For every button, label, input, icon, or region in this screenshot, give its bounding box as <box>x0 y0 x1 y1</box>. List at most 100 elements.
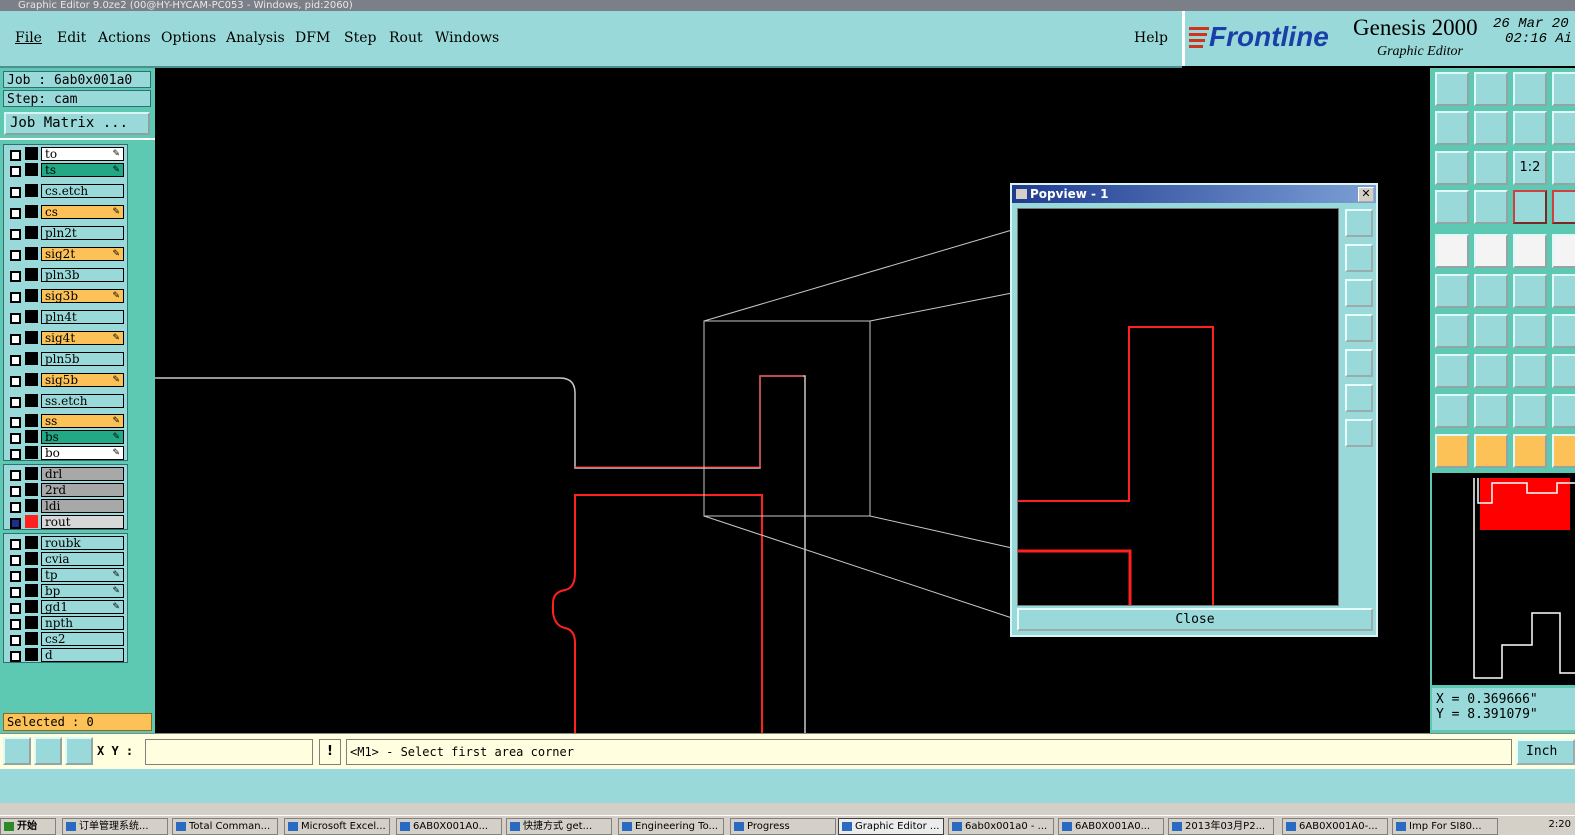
home-icon[interactable] <box>1513 72 1547 106</box>
layer-color-swatch[interactable] <box>25 331 38 344</box>
taskbar-item[interactable]: Engineering To... <box>618 818 724 835</box>
popview-title-bar[interactable]: Popview - 1 ✕ <box>1012 185 1376 203</box>
taskbar-item[interactable]: 6AB0X001A0... <box>396 818 502 835</box>
layer-color-swatch[interactable] <box>25 515 38 528</box>
menu-help[interactable]: Help <box>1134 30 1168 46</box>
layer-color-swatch[interactable] <box>25 648 38 661</box>
layer-checkbox[interactable] <box>10 486 21 497</box>
layer-color-swatch[interactable] <box>25 552 38 565</box>
layer-name[interactable]: bp ✎ <box>41 584 124 598</box>
layer-checkbox[interactable] <box>10 417 21 428</box>
connect-icon[interactable] <box>1513 190 1547 224</box>
layer-name[interactable]: ts ✎ <box>41 163 124 177</box>
taskbar-item[interactable]: 6AB0X001A0... <box>1058 818 1164 835</box>
layer-row[interactable]: sig4t ✎ <box>4 330 127 346</box>
layer-row[interactable]: pln3b <box>4 267 127 283</box>
layer-name[interactable]: pln5b <box>41 352 124 366</box>
triangle-alt-icon[interactable] <box>1474 394 1508 428</box>
menu-dfm[interactable]: DFM <box>295 30 330 46</box>
layer-name[interactable]: to ✎ <box>41 147 124 161</box>
undo-view-icon[interactable] <box>1513 111 1547 145</box>
layer-name[interactable]: rout <box>41 515 124 529</box>
layer-color-swatch[interactable] <box>25 268 38 281</box>
pad-icon[interactable] <box>1435 234 1469 268</box>
menu-edit[interactable]: Edit <box>57 30 86 46</box>
pan-left-icon[interactable] <box>1435 111 1469 145</box>
layer-checkbox[interactable] <box>10 313 21 324</box>
layer-name[interactable]: ldi <box>41 499 124 513</box>
layer-name[interactable]: tp ✎ <box>41 568 124 582</box>
popview-close-button[interactable]: Close <box>1017 608 1373 631</box>
layer-checkbox[interactable] <box>10 518 21 529</box>
menu-analysis[interactable]: Analysis <box>226 30 285 46</box>
connect-alt-icon[interactable] <box>1552 190 1575 224</box>
rotate-icon[interactable] <box>1513 314 1547 348</box>
layer-row[interactable]: ss.etch <box>4 393 127 409</box>
layer-color-swatch[interactable] <box>25 568 38 581</box>
pan-up-icon[interactable] <box>1345 244 1373 272</box>
xy-input[interactable] <box>145 739 313 765</box>
menu-rout[interactable]: Rout <box>389 30 423 46</box>
layer-name[interactable]: pln2t <box>41 226 124 240</box>
layer-row[interactable]: bo ✎ <box>4 445 127 461</box>
layer-checkbox[interactable] <box>10 651 21 662</box>
add-line-icon[interactable] <box>1513 274 1547 308</box>
layer-row[interactable]: ss ✎ <box>4 413 127 429</box>
layer-color-swatch[interactable] <box>25 205 38 218</box>
layer-name[interactable]: sig2t ✎ <box>41 247 124 261</box>
layer-row[interactable]: cvia <box>4 551 127 567</box>
layer-color-swatch[interactable] <box>25 289 38 302</box>
layer-checkbox[interactable] <box>10 334 21 345</box>
layer-color-swatch[interactable] <box>25 483 38 496</box>
layer-row[interactable]: to ✎ <box>4 146 127 162</box>
layer-checkbox[interactable] <box>10 555 21 566</box>
zoom-box-icon[interactable] <box>1552 151 1575 185</box>
layer-checkbox[interactable] <box>10 397 21 408</box>
pan-up-icon[interactable] <box>1435 72 1469 106</box>
measure-icon[interactable] <box>1435 190 1469 224</box>
arch-alt-icon[interactable] <box>1552 394 1575 428</box>
layer-checkbox[interactable] <box>10 376 21 387</box>
layer-color-swatch[interactable] <box>25 147 38 160</box>
zoom-in-icon[interactable] <box>1345 384 1373 412</box>
layer-color-swatch[interactable] <box>25 226 38 239</box>
layer-name[interactable]: 2rd <box>41 483 124 497</box>
close-icon[interactable]: ✕ <box>1358 187 1374 202</box>
zoom-in-icon[interactable] <box>1435 151 1469 185</box>
taskbar-item[interactable]: Progress <box>730 818 836 835</box>
layer-name[interactable]: bo ✎ <box>41 446 124 460</box>
layer-color-swatch[interactable] <box>25 352 38 365</box>
arch-icon[interactable] <box>1513 394 1547 428</box>
zoom-1-2-icon[interactable]: 1:2 <box>1513 151 1547 185</box>
select-arrow-icon[interactable] <box>1435 434 1469 468</box>
layer-name[interactable]: npth <box>41 616 124 630</box>
text-icon[interactable] <box>1552 234 1575 268</box>
layer-color-swatch[interactable] <box>25 616 38 629</box>
menu-options[interactable]: Options <box>161 30 216 46</box>
start-button[interactable]: 开始 <box>0 818 56 835</box>
slash-line-icon[interactable] <box>1474 314 1508 348</box>
layer-color-swatch[interactable] <box>25 536 38 549</box>
layer-color-swatch[interactable] <box>25 430 38 443</box>
layer-color-swatch[interactable] <box>25 467 38 480</box>
split-line-icon[interactable] <box>1474 354 1508 388</box>
layer-row[interactable]: tp ✎ <box>4 567 127 583</box>
taskbar-item[interactable]: 2013年03月P2... <box>1168 818 1274 835</box>
layer-row[interactable]: drl <box>4 466 127 482</box>
zoom-out-icon[interactable] <box>1345 419 1373 447</box>
layer-name[interactable]: drl <box>41 467 124 481</box>
triangle-icon[interactable] <box>1435 394 1469 428</box>
job-matrix-button[interactable]: Job Matrix ... <box>4 112 150 135</box>
layer-checkbox[interactable] <box>10 470 21 481</box>
select-net-icon[interactable] <box>1552 434 1575 468</box>
layer-row[interactable]: 2rd <box>4 482 127 498</box>
taskbar-item[interactable]: Imp For SI80... <box>1392 818 1498 835</box>
layer-color-swatch[interactable] <box>25 632 38 645</box>
layer-checkbox[interactable] <box>10 271 21 282</box>
line-icon[interactable] <box>1474 234 1508 268</box>
layer-color-swatch[interactable] <box>25 310 38 323</box>
layer-checkbox[interactable] <box>10 539 21 550</box>
layer-checkbox[interactable] <box>10 433 21 444</box>
layer-row[interactable]: cs ✎ <box>4 204 127 220</box>
layer-color-swatch[interactable] <box>25 499 38 512</box>
